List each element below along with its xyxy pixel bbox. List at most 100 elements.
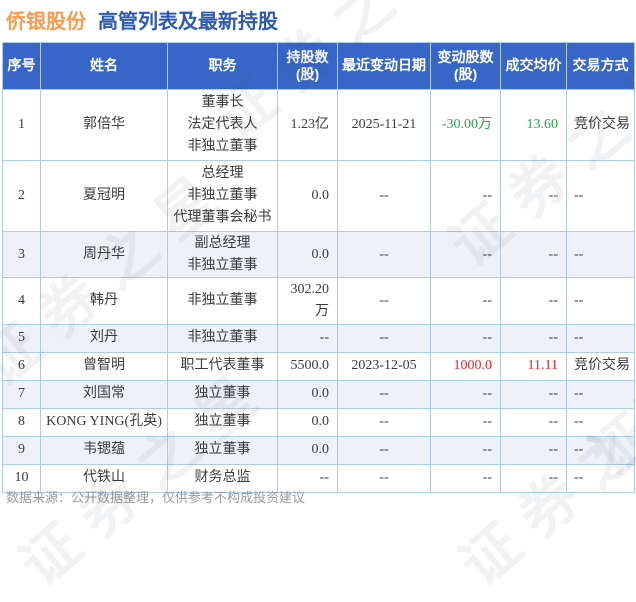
cell-change-shares: -- xyxy=(430,160,501,232)
cell-serial: 1 xyxy=(2,89,41,161)
cell-serial: 9 xyxy=(2,435,41,465)
table-header-row: 序号 姓名 职务 持股数 (股) 最近变动日期 变动股数 (股) 成交均价 交易… xyxy=(2,42,635,90)
table-row: 2 夏冠明 总经理 非独立董事 代理董事会秘书 0.0 -- -- -- -- xyxy=(2,160,635,232)
col-header-change-date: 最近变动日期 xyxy=(337,42,431,90)
col-header-position: 职务 xyxy=(167,42,278,90)
cell-position: 独立董事 xyxy=(167,379,278,409)
cell-avg-price: 11.11 xyxy=(500,351,567,381)
cell-change-shares: -- xyxy=(430,435,501,465)
data-source-note: 数据来源：公开数据整理，仅供参考不构成投资建议 xyxy=(6,490,306,505)
table-row: 7 刘国常 独立董事 0.0 -- -- -- -- xyxy=(2,379,635,409)
stock-name: 侨银股份 xyxy=(6,11,86,33)
cell-shares: 0.0 xyxy=(277,407,338,437)
cell-shares: 0.0 xyxy=(277,230,338,279)
cell-serial: 4 xyxy=(2,277,41,325)
cell-position: 非独立董事 xyxy=(167,277,278,325)
cell-change-date: 2023-12-05 xyxy=(337,351,431,381)
cell-change-date: -- xyxy=(337,463,431,493)
cell-avg-price: 13.60 xyxy=(500,89,567,161)
executive-holdings-table: 序号 姓名 职务 持股数 (股) 最近变动日期 变动股数 (股) 成交均价 交易… xyxy=(2,42,635,493)
table-row: 1 郭倍华 董事长 法定代表人 非独立董事 1.23亿 2025-11-21 -… xyxy=(2,89,635,161)
cell-name: 郭倍华 xyxy=(40,89,168,161)
cell-change-shares: -- xyxy=(430,407,501,437)
cell-position: 总经理 非独立董事 代理董事会秘书 xyxy=(167,160,278,232)
cell-change-shares: -- xyxy=(430,277,501,325)
cell-avg-price: -- xyxy=(500,435,567,465)
cell-trade-method: -- xyxy=(566,323,635,353)
cell-name: 刘丹 xyxy=(40,323,168,353)
col-header-serial: 序号 xyxy=(2,42,41,90)
cell-serial: 7 xyxy=(2,379,41,409)
cell-shares: 0.0 xyxy=(277,435,338,465)
cell-serial: 8 xyxy=(2,407,41,437)
cell-change-date: -- xyxy=(337,407,431,437)
cell-name: KONG YING(孔英) xyxy=(40,407,168,437)
cell-change-date: -- xyxy=(337,379,431,409)
page-subtitle: 高管列表及最新持股 xyxy=(98,11,278,33)
cell-shares: 1.23亿 xyxy=(277,89,338,161)
table-row: 5 刘丹 非独立董事 -- -- -- -- -- xyxy=(2,323,635,353)
cell-change-shares: -30.00万 xyxy=(430,89,501,161)
cell-position: 董事长 法定代表人 非独立董事 xyxy=(167,89,278,161)
cell-change-shares: -- xyxy=(430,379,501,409)
cell-change-date: -- xyxy=(337,230,431,279)
cell-change-date: -- xyxy=(337,277,431,325)
cell-change-date: -- xyxy=(337,160,431,232)
cell-change-date: -- xyxy=(337,435,431,465)
cell-serial: 3 xyxy=(2,230,41,279)
cell-avg-price: -- xyxy=(500,407,567,437)
cell-position: 非独立董事 xyxy=(167,323,278,353)
table-row: 8 KONG YING(孔英) 独立董事 0.0 -- -- -- -- xyxy=(2,407,635,437)
cell-change-shares: -- xyxy=(430,230,501,279)
cell-name: 夏冠明 xyxy=(40,160,168,232)
cell-trade-method: -- xyxy=(566,379,635,409)
table-row: 6 曾智明 职工代表董事 5500.0 2023-12-05 1000.0 11… xyxy=(2,351,635,381)
cell-name: 韦锶蕴 xyxy=(40,435,168,465)
table-row: 9 韦锶蕴 独立董事 0.0 -- -- -- -- xyxy=(2,435,635,465)
cell-avg-price: -- xyxy=(500,160,567,232)
cell-change-date: 2025-11-21 xyxy=(337,89,431,161)
cell-shares: 0.0 xyxy=(277,379,338,409)
cell-trade-method: 竞价交易 xyxy=(566,351,635,381)
cell-change-shares: -- xyxy=(430,463,501,493)
cell-position: 副总经理 非独立董事 xyxy=(167,230,278,279)
holdings-table-body: 1 郭倍华 董事长 法定代表人 非独立董事 1.23亿 2025-11-21 -… xyxy=(2,89,635,493)
cell-trade-method: -- xyxy=(566,435,635,465)
cell-position: 职工代表董事 xyxy=(167,351,278,381)
cell-avg-price: -- xyxy=(500,277,567,325)
cell-shares: 302.20万 xyxy=(277,277,338,325)
cell-serial: 6 xyxy=(2,351,41,381)
cell-trade-method: -- xyxy=(566,407,635,437)
table-row: 4 韩丹 非独立董事 302.20万 -- -- -- -- xyxy=(2,277,635,325)
cell-trade-method: -- xyxy=(566,463,635,493)
col-header-name: 姓名 xyxy=(40,42,168,90)
cell-name: 周丹华 xyxy=(40,230,168,279)
cell-avg-price: -- xyxy=(500,323,567,353)
cell-serial: 2 xyxy=(2,160,41,232)
cell-change-date: -- xyxy=(337,323,431,353)
cell-serial: 5 xyxy=(2,323,41,353)
cell-avg-price: -- xyxy=(500,379,567,409)
cell-shares: 5500.0 xyxy=(277,351,338,381)
cell-name: 曾智明 xyxy=(40,351,168,381)
cell-avg-price: -- xyxy=(500,230,567,279)
cell-shares: 0.0 xyxy=(277,160,338,232)
cell-name: 韩丹 xyxy=(40,277,168,325)
cell-position: 独立董事 xyxy=(167,435,278,465)
col-header-shares: 持股数 (股) xyxy=(277,42,338,90)
col-header-trade-method: 交易方式 xyxy=(566,42,635,90)
col-header-change-shares: 变动股数 (股) xyxy=(430,42,501,90)
cell-avg-price: -- xyxy=(500,463,567,493)
col-header-avg-price: 成交均价 xyxy=(500,42,567,90)
page-title: 侨银股份 高管列表及最新持股 xyxy=(6,5,278,34)
cell-trade-method: -- xyxy=(566,277,635,325)
table-row: 3 周丹华 副总经理 非独立董事 0.0 -- -- -- -- xyxy=(2,230,635,279)
cell-trade-method: -- xyxy=(566,160,635,232)
cell-name: 刘国常 xyxy=(40,379,168,409)
cell-position: 独立董事 xyxy=(167,407,278,437)
cell-trade-method: 竞价交易 xyxy=(566,89,635,161)
cell-trade-method: -- xyxy=(566,230,635,279)
cell-change-shares: -- xyxy=(430,323,501,353)
cell-change-shares: 1000.0 xyxy=(430,351,501,381)
cell-shares: -- xyxy=(277,323,338,353)
